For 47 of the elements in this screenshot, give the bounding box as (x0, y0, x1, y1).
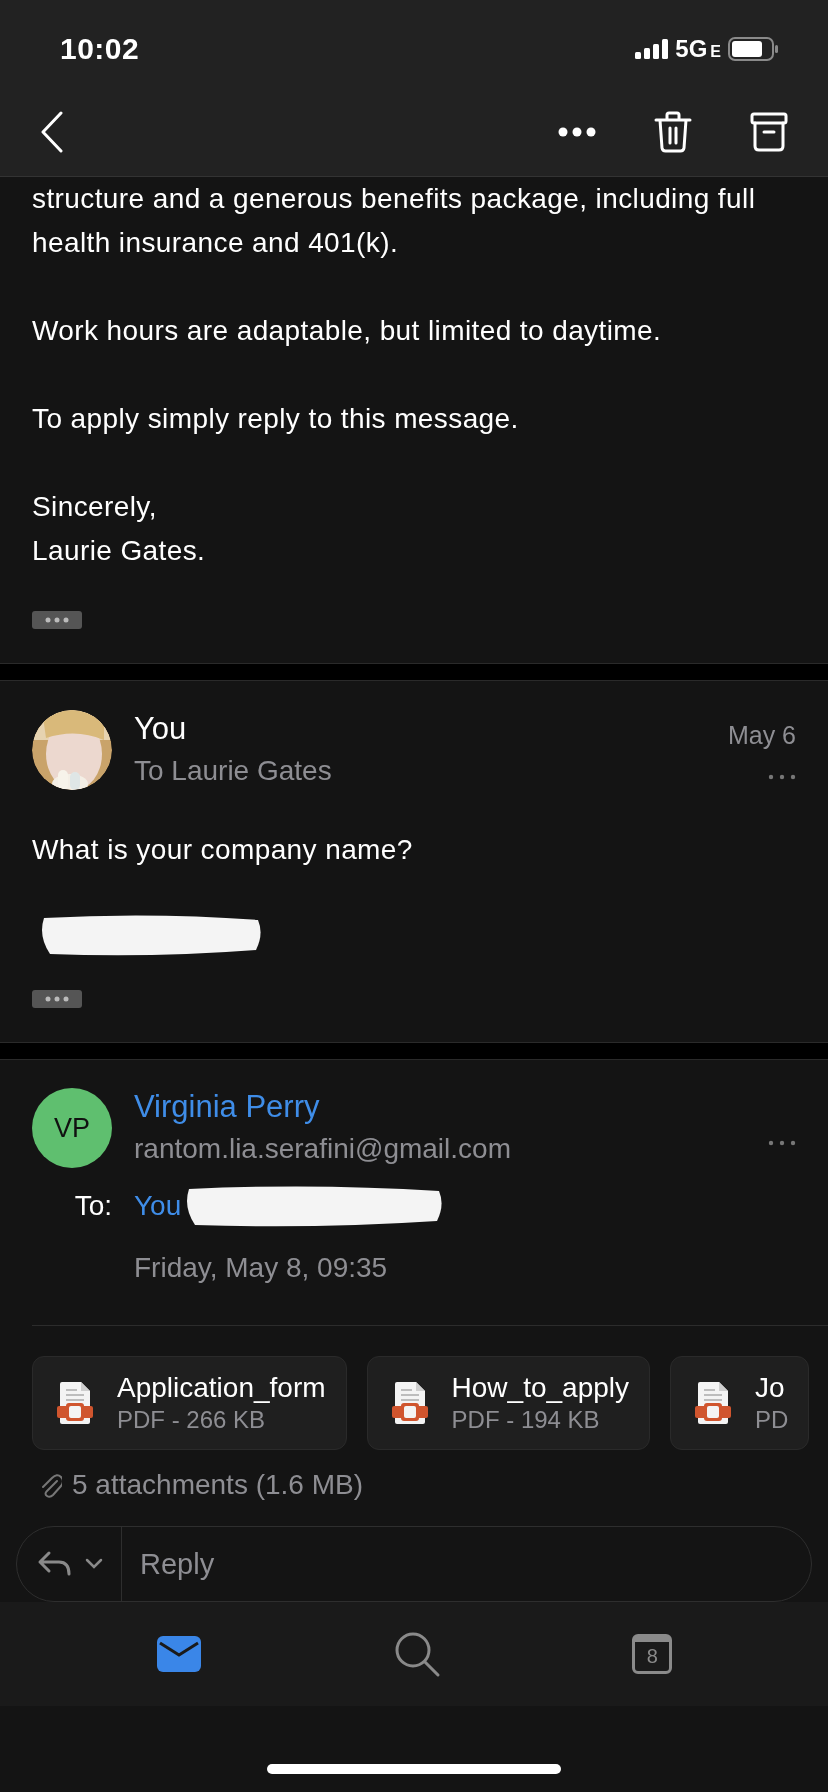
attachment-size: PD (755, 1406, 789, 1434)
message-date: May 6 (727, 720, 796, 750)
network-label: 5G (675, 35, 708, 63)
reply-field[interactable]: Reply (122, 1547, 811, 1581)
message-text: structure and a generous benefits package, including full health insurance and 401(k). (32, 182, 757, 260)
mail-tab[interactable] (155, 1635, 202, 1673)
message-text: Sincerely, (32, 490, 158, 524)
delete-icon[interactable] (654, 111, 692, 153)
message-text: What is your company name? (32, 833, 414, 867)
network-suffix: E (710, 42, 721, 61)
search-tab[interactable] (393, 1630, 441, 1678)
pdf-file-icon (695, 1381, 731, 1425)
to-label: To: (73, 1190, 112, 1222)
attachments-summary[interactable]: 5 attachments (1.6 MB) (72, 1469, 363, 1501)
battery-icon (728, 37, 778, 61)
archive-icon[interactable] (750, 112, 788, 152)
chevron-down-icon (85, 1558, 103, 1570)
attachment-card[interactable]: Application_form PDF - 266 KB (32, 1356, 347, 1450)
message-text: To apply simply reply to this message. (32, 402, 520, 436)
pdf-file-icon (57, 1381, 93, 1425)
attachment-name: Jo (755, 1372, 786, 1404)
recipient-name[interactable]: You (134, 1190, 182, 1222)
attachment-name: Application_form (117, 1372, 326, 1404)
message-text: Work hours are adaptable, but limited to daytime. (32, 314, 663, 348)
pdf-file-icon (391, 1381, 428, 1425)
paperclip-icon (40, 1472, 62, 1498)
sender-name[interactable]: Virginia Perry (134, 1089, 746, 1125)
attachment-size: PDF - 194 KB (451, 1406, 601, 1434)
attachment-name: How_to_apply (451, 1372, 629, 1404)
show-quoted-button[interactable] (32, 990, 82, 1008)
message-text: Laurie Gates. (32, 534, 207, 568)
sender-name: You (134, 711, 188, 747)
back-icon[interactable] (40, 111, 64, 153)
reply-icon (37, 1550, 73, 1578)
message-date: Friday, May 8, 09:35 (134, 1251, 389, 1285)
calendar-tab[interactable]: 8 (632, 1634, 673, 1674)
recipient-line: To Laurie Gates (134, 754, 333, 788)
attachment-size: PDF - 266 KB (117, 1406, 267, 1434)
attachment-card[interactable]: How_to_apply PDF - 194 KB (366, 1356, 650, 1450)
show-quoted-button[interactable] (32, 611, 82, 629)
signal-icon (635, 39, 670, 59)
sender-email: rantom.lia.serafini@gmail.com (134, 1132, 512, 1166)
more-icon[interactable] (558, 127, 596, 137)
avatar: VP (32, 1088, 112, 1168)
clock-time: 10:02 (60, 32, 140, 66)
reply-bar[interactable]: Reply (16, 1526, 812, 1602)
attachment-card[interactable]: Jo PD (670, 1356, 810, 1450)
